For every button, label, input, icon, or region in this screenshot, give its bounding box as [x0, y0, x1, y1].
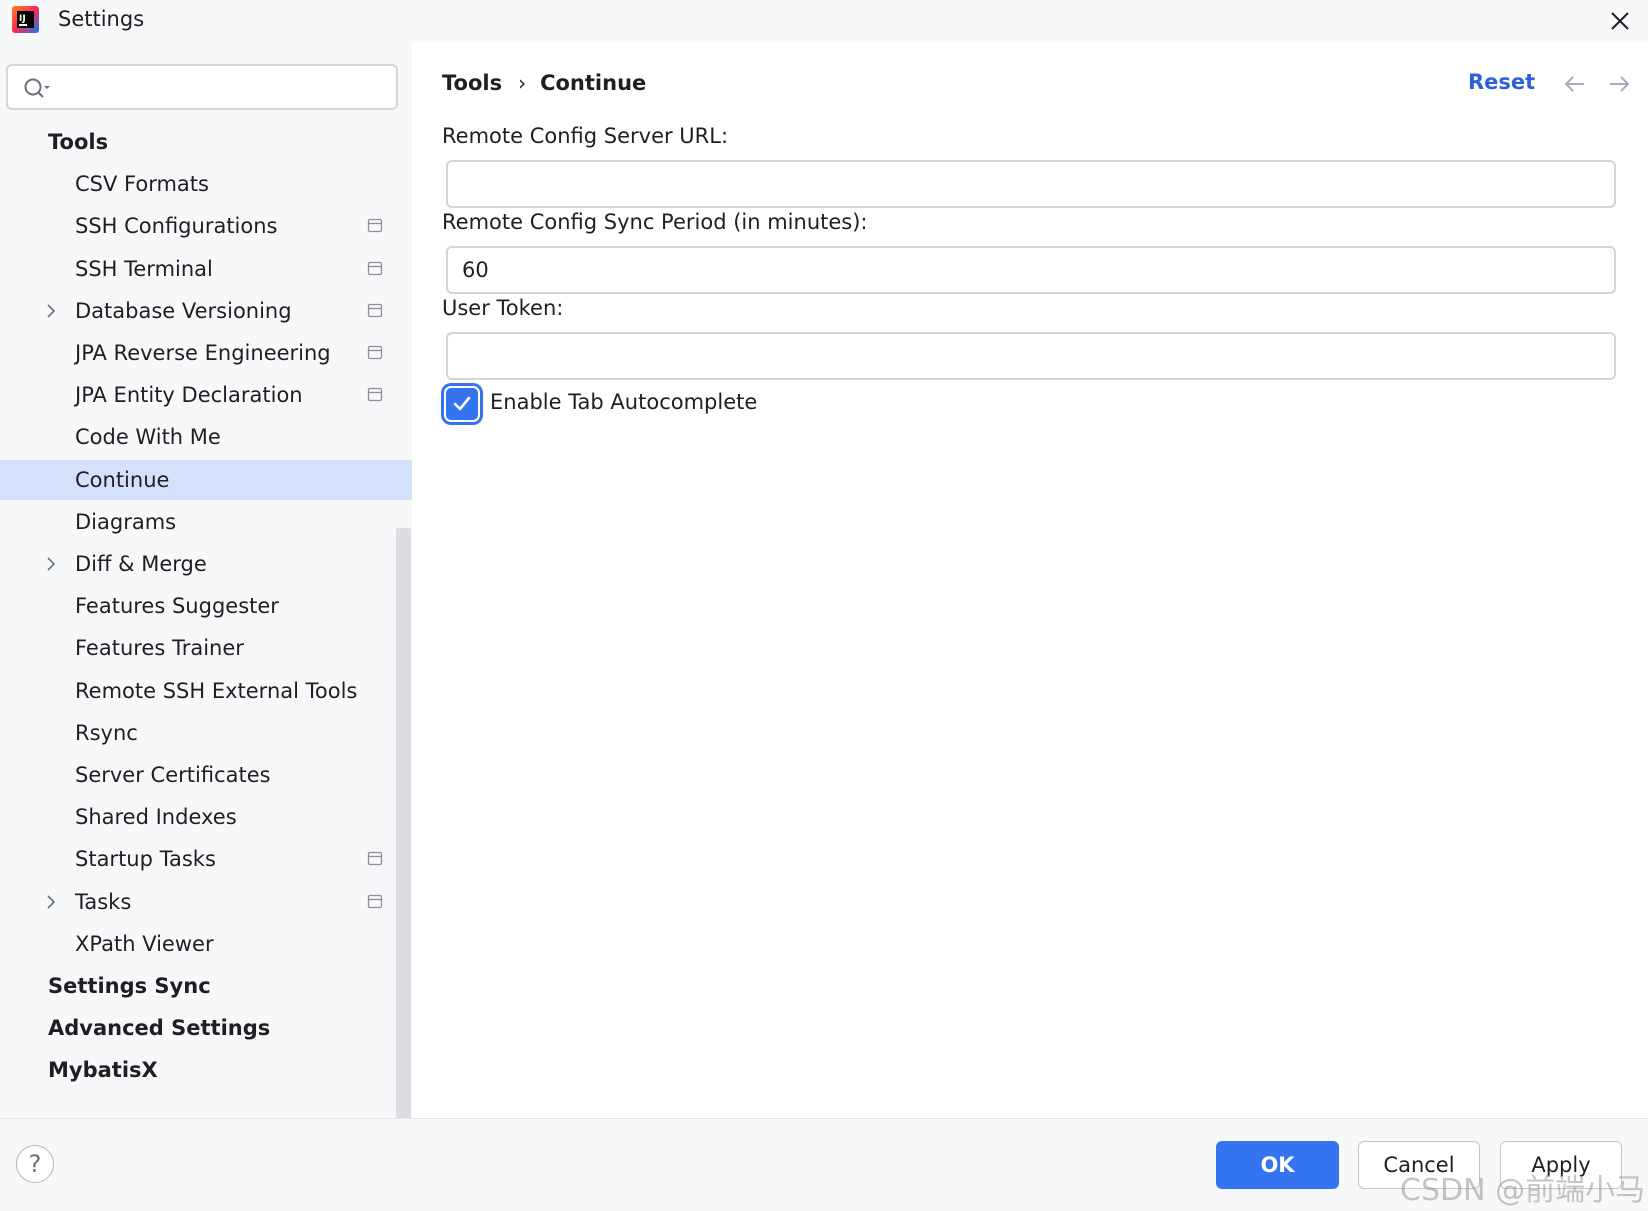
- chevron-right-icon[interactable]: [44, 556, 58, 572]
- project-level-icon: [367, 345, 383, 360]
- tab-autocomplete-label[interactable]: Enable Tab Autocomplete: [490, 390, 757, 414]
- sidebar-item-label: Diagrams: [75, 509, 177, 534]
- sidebar-item-label: Rsync: [75, 720, 138, 745]
- apply-button[interactable]: Apply: [1500, 1141, 1622, 1189]
- project-level-icon: [367, 261, 383, 275]
- breadcrumb-separator: ›: [518, 71, 527, 95]
- sidebar-item-xpath-viewer[interactable]: XPath Viewer: [0, 924, 412, 964]
- close-button[interactable]: [1602, 3, 1638, 39]
- sidebar-item-label: Startup Tasks: [75, 847, 216, 872]
- sidebar-item-label: CSV Formats: [75, 172, 209, 197]
- sidebar-item-database-versioning[interactable]: Database Versioning: [0, 291, 412, 331]
- sidebar-item-shared-indexes[interactable]: Shared Indexes: [0, 797, 412, 837]
- sidebar-item-features-trainer[interactable]: Features Trainer: [0, 628, 412, 668]
- user-token-field[interactable]: [446, 332, 1616, 380]
- reset-link[interactable]: Reset: [1468, 70, 1535, 94]
- project-level-icon: [367, 852, 383, 866]
- sidebar-item-tasks[interactable]: Tasks: [0, 882, 412, 922]
- server-url-field[interactable]: [446, 160, 1616, 208]
- project-level-icon: [367, 303, 383, 317]
- arrow-left-icon[interactable]: [1562, 72, 1588, 96]
- sidebar-item-label: Continue: [75, 467, 170, 492]
- tab-autocomplete-checkbox[interactable]: [444, 386, 480, 422]
- sidebar-item-advanced-settings[interactable]: Advanced Settings: [0, 1008, 412, 1048]
- project-level-icon: [367, 894, 383, 908]
- cancel-button[interactable]: Cancel: [1358, 1141, 1480, 1189]
- project-level-icon: [367, 219, 383, 233]
- ok-button[interactable]: OK: [1216, 1141, 1339, 1189]
- sidebar-item-ssh-configurations[interactable]: SSH Configurations: [0, 206, 412, 246]
- sidebar-item-csv-formats[interactable]: CSV Formats: [0, 164, 412, 204]
- breadcrumb-item-current: Continue: [540, 71, 647, 95]
- project-level-icon: [367, 388, 383, 402]
- close-icon: [1611, 12, 1629, 30]
- sidebar-item-jpa-entity-declaration[interactable]: JPA Entity Declaration: [0, 375, 412, 415]
- sidebar-item-diagrams[interactable]: Diagrams: [0, 502, 412, 542]
- sync-period-field[interactable]: [446, 246, 1616, 294]
- sidebar-item-label: Server Certificates: [75, 763, 271, 787]
- sidebar-item-label: JPA Reverse Engineering: [75, 341, 331, 365]
- sidebar-item-label: Features Trainer: [75, 636, 244, 661]
- server-url-label: Remote Config Server URL:: [442, 124, 729, 148]
- sidebar-item-label: Database Versioning: [75, 298, 292, 323]
- server-url-input[interactable]: [462, 169, 1592, 199]
- sync-period-input[interactable]: [462, 255, 1592, 285]
- user-token-input[interactable]: [462, 341, 1592, 371]
- sidebar-item-label: Settings Sync: [48, 974, 211, 998]
- sidebar-item-server-certificates[interactable]: Server Certificates: [0, 755, 412, 795]
- sidebar-item-label: Advanced Settings: [48, 1016, 271, 1041]
- chevron-right-icon[interactable]: [44, 894, 58, 910]
- sidebar-item-label: Shared Indexes: [75, 805, 237, 830]
- dialog-footer: ? OK Cancel Apply: [0, 1118, 1648, 1211]
- sidebar-item-mybatisx[interactable]: MybatisX: [0, 1050, 412, 1090]
- sidebar-item-settings-sync[interactable]: Settings Sync: [0, 966, 412, 1006]
- search-input[interactable]: [54, 72, 384, 102]
- sidebar-item-label: Diff & Merge: [75, 552, 207, 576]
- sidebar-item-label: Tasks: [75, 889, 132, 914]
- sidebar-item-label: Code With Me: [75, 425, 221, 450]
- sidebar-item-rsync[interactable]: Rsync: [0, 713, 412, 753]
- sidebar-item-tools[interactable]: Tools: [0, 122, 412, 162]
- sidebar-item-label: MybatisX: [48, 1058, 158, 1083]
- user-token-label: User Token:: [442, 296, 564, 320]
- checkmark-icon: [453, 396, 471, 411]
- window-title: Settings: [58, 7, 145, 31]
- sidebar-item-label: JPA Entity Declaration: [75, 383, 303, 408]
- sidebar-item-label: XPath Viewer: [75, 931, 214, 956]
- sync-period-label: Remote Config Sync Period (in minutes):: [442, 210, 868, 234]
- breadcrumb-item-tools[interactable]: Tools: [442, 71, 502, 95]
- help-icon: ?: [28, 1150, 42, 1178]
- breadcrumb: Tools › Continue: [442, 70, 646, 95]
- arrow-right-icon[interactable]: [1606, 72, 1632, 96]
- sidebar-scrollbar[interactable]: [396, 528, 411, 1160]
- sidebar-item-label: Tools: [48, 130, 109, 154]
- sidebar-item-diff-merge[interactable]: Diff & Merge: [0, 544, 412, 584]
- sidebar-item-startup-tasks[interactable]: Startup Tasks: [0, 839, 412, 879]
- settings-sidebar: Tools CSV Formats SSH Configurations SSH Te…: [0, 42, 412, 1160]
- sidebar-item-label: SSH Configurations: [75, 214, 278, 239]
- svg-text:IJ: IJ: [19, 14, 26, 24]
- sidebar-item-label: Remote SSH External Tools: [75, 678, 358, 703]
- search-icon: [24, 78, 50, 98]
- sidebar-item-remote-ssh-external-tools[interactable]: Remote SSH External Tools: [0, 671, 412, 711]
- sidebar-item-continue[interactable]: Continue: [0, 459, 412, 500]
- intellij-idea-icon: IJ: [12, 6, 39, 33]
- sidebar-item-code-with-me[interactable]: Code With Me: [0, 417, 412, 457]
- sidebar-item-features-suggester[interactable]: Features Suggester: [0, 586, 412, 626]
- search-field[interactable]: [6, 64, 398, 110]
- sidebar-item-jpa-reverse-engineering[interactable]: JPA Reverse Engineering: [0, 333, 412, 373]
- sidebar-item-label: SSH Terminal: [75, 256, 213, 281]
- sidebar-item-ssh-terminal[interactable]: SSH Terminal: [0, 249, 412, 289]
- chevron-right-icon[interactable]: [44, 303, 58, 319]
- title-bar: IJ Settings: [0, 0, 1648, 42]
- help-button[interactable]: ?: [16, 1145, 54, 1183]
- sidebar-item-label: Features Suggester: [75, 594, 279, 619]
